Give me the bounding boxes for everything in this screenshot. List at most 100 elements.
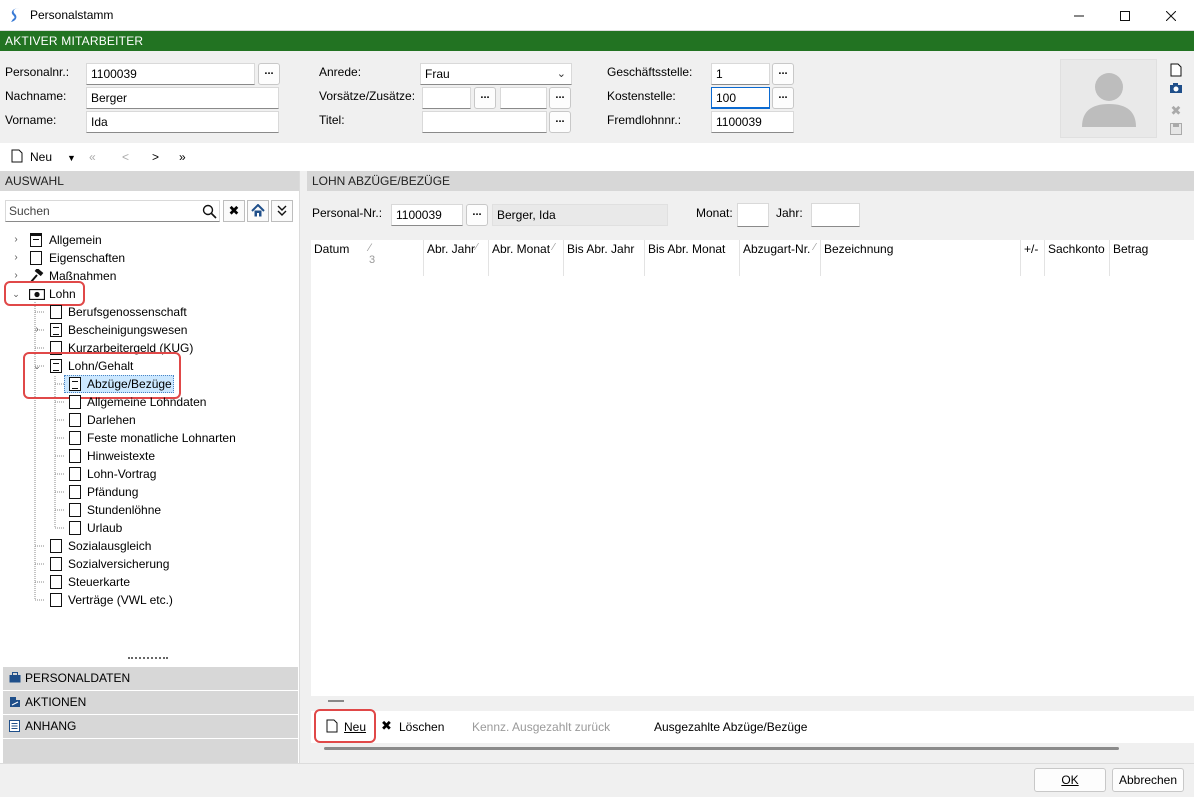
zusaetze-lookup-button[interactable]: ... xyxy=(549,87,571,109)
sort-arrow-icon: ⁄ xyxy=(553,242,555,253)
attachment-list-icon xyxy=(9,720,20,735)
column-header-bis-abr-monat[interactable]: Bis Abr. Monat xyxy=(645,240,740,276)
column-header-plus-minus[interactable]: +/- xyxy=(1021,240,1045,276)
vorname-field[interactable]: Ida xyxy=(86,111,279,133)
next-record-button[interactable]: > xyxy=(152,150,159,164)
column-header-abr-jahr[interactable]: Abr. Jahr ⁄ xyxy=(424,240,489,276)
new-entry-button[interactable]: Neu xyxy=(344,720,366,734)
home-button[interactable] xyxy=(247,200,269,222)
search-icon[interactable] xyxy=(202,204,217,219)
tree-node-berufsgenossenschaft[interactable]: Berufsgenossenschaft xyxy=(30,303,290,321)
expand-icon[interactable]: › xyxy=(10,231,22,249)
minimize-button[interactable] xyxy=(1056,0,1102,31)
employee-name-display: Berger, Ida xyxy=(492,204,668,226)
column-header-sachkonto[interactable]: Sachkonto xyxy=(1045,240,1110,276)
actions-icon xyxy=(9,696,21,711)
maximize-button[interactable] xyxy=(1102,0,1148,31)
tree-node-bescheinigungswesen[interactable]: › Bescheinigungswesen xyxy=(30,321,290,339)
prev-record-button[interactable]: < xyxy=(122,150,129,164)
vorsaetze-lookup-button[interactable]: ... xyxy=(474,87,496,109)
column-header-abzugart-nr[interactable]: Abzugart-Nr. ⁄ xyxy=(740,240,821,276)
horizontal-scrollbar[interactable] xyxy=(324,747,1119,750)
monat-field[interactable] xyxy=(737,203,769,227)
delete-entry-button[interactable]: Löschen xyxy=(399,720,444,734)
kostenstelle-field[interactable]: 100 xyxy=(711,87,770,109)
titel-lookup-button[interactable]: ... xyxy=(549,111,571,133)
new-photo-icon[interactable] xyxy=(1168,63,1184,79)
cancel-button[interactable]: Abbrechen xyxy=(1112,768,1184,792)
close-window-button[interactable] xyxy=(1148,0,1194,31)
document-icon xyxy=(30,251,42,265)
delete-icon[interactable]: ✖ xyxy=(381,718,392,734)
tree-label: Sozialausgleich xyxy=(68,539,152,553)
titel-field[interactable] xyxy=(422,111,547,133)
document-icon xyxy=(69,449,81,463)
maximize-icon xyxy=(1120,10,1130,21)
accordion-label: AKTIONEN xyxy=(25,695,87,709)
clear-search-button[interactable]: ✖ xyxy=(223,200,245,222)
nachname-field[interactable]: Berger xyxy=(86,87,279,109)
vorsaetze-field[interactable] xyxy=(422,87,471,109)
column-header-datum[interactable]: Datum ⁄ 3 xyxy=(311,240,424,276)
expand-icon[interactable]: › xyxy=(31,321,43,339)
tree-node-allgemein[interactable]: › Allgemein xyxy=(10,231,270,249)
avatar[interactable] xyxy=(1060,59,1157,138)
tree-node-hinweistexte[interactable]: Hinweistexte xyxy=(49,447,289,465)
kostenstelle-lookup-button[interactable]: ... xyxy=(772,87,794,109)
close-icon xyxy=(1166,10,1176,21)
resize-grip[interactable] xyxy=(128,657,168,660)
save-photo-icon[interactable] xyxy=(1168,123,1184,139)
tree-search-input[interactable]: Suchen xyxy=(5,200,220,222)
new-record-icon[interactable] xyxy=(11,149,23,166)
tree-node-stundenloehne[interactable]: Stundenlöhne xyxy=(49,501,289,519)
column-header-bezeichnung[interactable]: Bezeichnung xyxy=(821,240,1021,276)
column-header-abr-monat[interactable]: Abr. Monat ⁄ xyxy=(489,240,564,276)
tree-node-darlehen[interactable]: Darlehen xyxy=(49,411,289,429)
document-icon xyxy=(50,539,62,553)
personal-nr-field[interactable]: 1100039 xyxy=(391,204,463,226)
tree-node-allgemeine-lohndaten[interactable]: Allgemeine Lohndaten xyxy=(49,393,289,411)
abzuege-grid[interactable] xyxy=(311,240,1194,696)
briefcase-icon xyxy=(9,672,21,686)
anrede-select[interactable]: Frau ⌄ xyxy=(420,63,572,85)
tree-node-sozialausgleich[interactable]: Sozialausgleich xyxy=(30,537,290,555)
zusaetze-field[interactable] xyxy=(500,87,547,109)
tree-node-feste-lohnarten[interactable]: Feste monatliche Lohnarten xyxy=(49,429,289,447)
accordion-anhang[interactable]: ANHANG xyxy=(3,715,298,738)
expand-icon[interactable]: › xyxy=(10,249,22,267)
tree-node-urlaub[interactable]: Urlaub xyxy=(49,519,289,537)
delete-photo-icon[interactable]: ✖ xyxy=(1168,103,1184,119)
tree-node-vertraege[interactable]: Verträge (VWL etc.) xyxy=(30,591,290,609)
geschaeftsstelle-lookup-button[interactable]: ... xyxy=(772,63,794,85)
first-record-button[interactable]: « xyxy=(89,150,96,164)
tree-node-steuerkarte[interactable]: Steuerkarte xyxy=(30,573,290,591)
reset-paid-flag-button[interactable]: Kennz. Ausgezahlt zurück xyxy=(472,720,610,734)
document-icon xyxy=(69,485,81,499)
column-header-bis-abr-jahr[interactable]: Bis Abr. Jahr xyxy=(564,240,645,276)
tree-node-lohn-vortrag[interactable]: Lohn-Vortrag xyxy=(49,465,289,483)
paid-deductions-button[interactable]: Ausgezahlte Abzüge/Bezüge xyxy=(654,720,807,734)
tree-node-sozialversicherung[interactable]: Sozialversicherung xyxy=(30,555,290,573)
tree-label: Allgemein xyxy=(49,233,102,247)
personalnr-field[interactable]: 1100039 xyxy=(86,63,255,85)
new-record-button[interactable]: Neu xyxy=(30,150,52,164)
accordion-aktionen[interactable]: AKTIONEN xyxy=(3,691,298,714)
personalnr-lookup-button[interactable]: ... xyxy=(258,63,280,85)
collapse-all-button[interactable] xyxy=(271,200,293,222)
pane-splitter[interactable] xyxy=(299,171,307,763)
personal-nr-lookup-button[interactable]: ... xyxy=(466,204,488,226)
jahr-field[interactable] xyxy=(811,203,860,227)
column-header-betrag[interactable]: Betrag xyxy=(1110,240,1194,276)
grid-resize-handle[interactable] xyxy=(328,700,344,702)
new-entry-icon[interactable] xyxy=(326,719,338,736)
tree-node-pfaendung[interactable]: Pfändung xyxy=(49,483,289,501)
accordion-personaldaten[interactable]: PERSONALDATEN xyxy=(3,667,298,690)
geschaeftsstelle-field[interactable]: 1 xyxy=(711,63,770,85)
tree-node-eigenschaften[interactable]: › Eigenschaften xyxy=(10,249,270,267)
camera-icon[interactable] xyxy=(1168,82,1184,98)
last-record-button[interactable]: » xyxy=(179,150,186,164)
fremdlohnnr-field[interactable]: 1100039 xyxy=(711,111,794,133)
ok-button[interactable]: OK xyxy=(1034,768,1106,792)
new-dropdown-icon[interactable]: ▼ xyxy=(67,153,76,163)
column-label: +/- xyxy=(1024,242,1039,256)
